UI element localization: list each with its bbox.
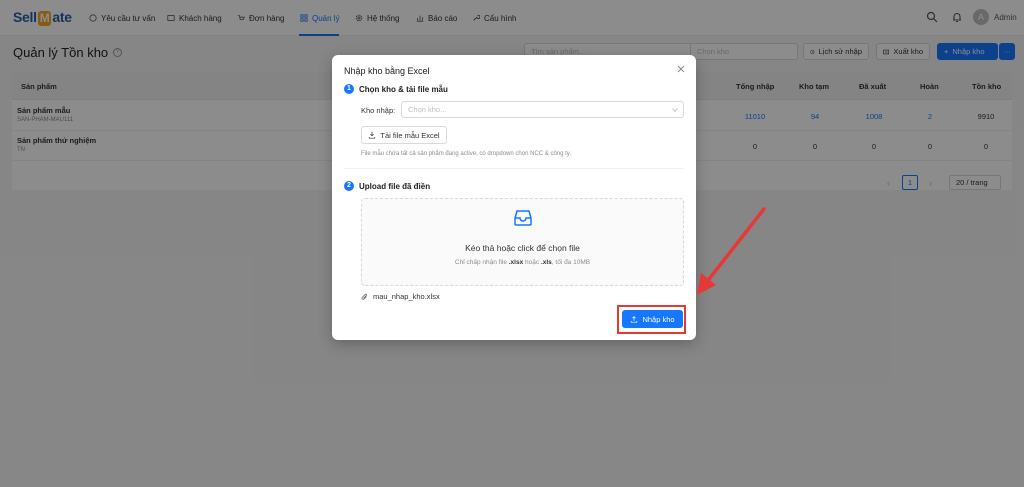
dropzone-ext-xls: .xls	[540, 259, 552, 266]
download-template-label: Tải file mẫu Excel	[380, 130, 440, 140]
selected-file[interactable]: mau_nhap_kho.xlsx	[361, 292, 440, 301]
dropzone-sub-prefix: Chỉ chấp nhận file	[454, 259, 509, 266]
excel-import-modal: Nhập kho bằng Excel 1 Chọn kho & tải fil…	[332, 55, 696, 340]
dropzone-sub-suffix: , tối đa 10MB	[551, 259, 591, 266]
inbox-icon	[514, 210, 532, 226]
download-template-button[interactable]: Tải file mẫu Excel	[361, 126, 447, 144]
step-1-header: 1 Chọn kho & tải file mẫu	[344, 84, 448, 94]
paperclip-icon	[361, 293, 367, 300]
warehouse-select[interactable]: Chọn kho...	[401, 101, 684, 118]
close-icon[interactable]	[676, 64, 686, 74]
dropzone-ext-xlsx: .xlsx	[508, 259, 524, 266]
step-2-number: 2	[344, 181, 354, 191]
warehouse-label: Kho nhập:	[361, 106, 396, 115]
file-dropzone[interactable]: Kéo thả hoặc click để chọn file Chỉ chấp…	[361, 198, 684, 286]
submit-import-button[interactable]: Nhập kho	[622, 310, 683, 328]
download-icon	[369, 131, 376, 139]
step-1-number: 1	[344, 84, 354, 94]
step-1-title: Chọn kho & tải file mẫu	[359, 84, 448, 94]
selected-file-name: mau_nhap_kho.xlsx	[373, 292, 440, 301]
submit-import-label: Nhập kho	[642, 314, 675, 324]
dropzone-main-text: Kéo thả hoặc click để chọn file	[465, 243, 580, 253]
template-hint: File mẫu chứa tất cả sản phẩm đang activ…	[361, 151, 572, 157]
section-divider	[344, 168, 684, 169]
dropzone-sub-text: Chỉ chấp nhận file .xlsx hoặc .xls, tối …	[362, 259, 683, 266]
dropzone-sub-mid: hoặc	[523, 259, 541, 266]
warehouse-select-placeholder: Chọn kho...	[408, 105, 447, 114]
modal-title: Nhập kho bằng Excel	[344, 66, 430, 76]
step-2-header: 2 Upload file đã điền	[344, 181, 430, 191]
step-2-title: Upload file đã điền	[359, 181, 431, 191]
upload-icon	[631, 316, 638, 323]
chevron-down-icon	[672, 108, 678, 113]
